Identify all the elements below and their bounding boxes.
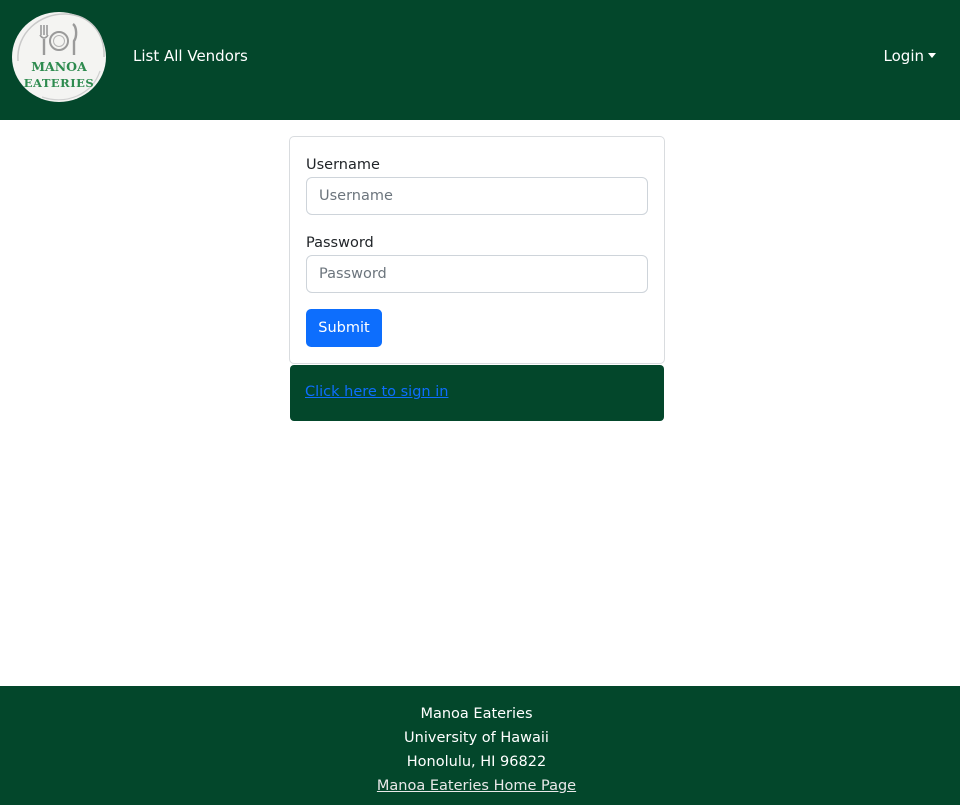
footer-home-page-link[interactable]: Manoa Eateries Home Page xyxy=(377,778,576,794)
submit-button[interactable]: Submit xyxy=(306,309,382,347)
username-label: Username xyxy=(306,157,380,173)
navbar: MANOA EATERIES List All Vendors Login xyxy=(0,0,960,120)
password-input[interactable] xyxy=(306,255,648,293)
signin-link-box: Click here to sign in xyxy=(290,365,664,421)
password-label: Password xyxy=(306,235,374,251)
footer-university: University of Hawaii xyxy=(404,730,549,746)
login-label: Login xyxy=(883,47,924,65)
logo-text-line2: EATERIES xyxy=(24,76,94,90)
footer-link-row: Manoa Eateries Home Page xyxy=(0,776,953,796)
fork-plate-knife-icon: MANOA EATERIES xyxy=(12,12,106,102)
nav-link-list-all-vendors[interactable]: List All Vendors xyxy=(133,47,248,65)
click-here-to-sign-in-link[interactable]: Click here to sign in xyxy=(305,384,448,400)
username-input[interactable] xyxy=(306,177,648,215)
manoa-eateries-logo[interactable]: MANOA EATERIES xyxy=(10,11,108,103)
logo-text-line1: MANOA xyxy=(31,59,87,74)
footer-address: Honolulu, HI 96822 xyxy=(406,754,547,770)
login-dropdown-toggle[interactable]: Login xyxy=(884,47,936,65)
signin-form-card: Username Password Submit xyxy=(289,136,665,364)
footer: Manoa Eateries University of Hawaii Hono… xyxy=(0,686,960,805)
footer-org-name: Manoa Eateries xyxy=(420,706,533,722)
caret-down-icon xyxy=(928,53,936,58)
